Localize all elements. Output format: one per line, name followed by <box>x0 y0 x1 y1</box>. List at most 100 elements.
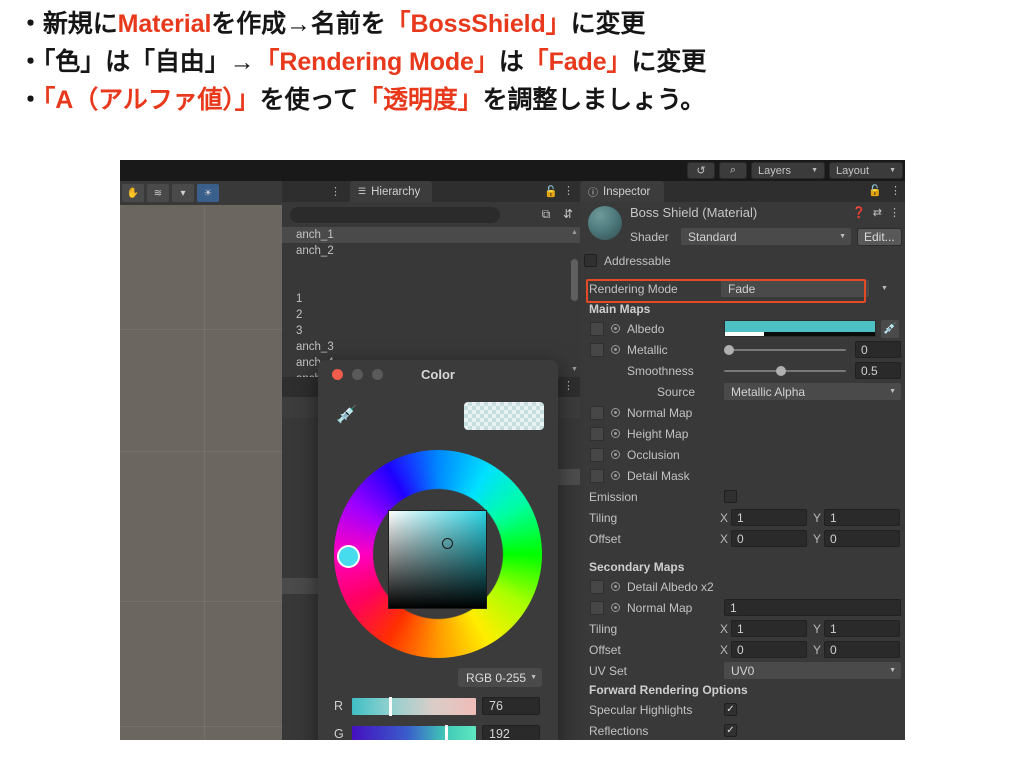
tiling-y-field[interactable]: 1 <box>824 509 900 526</box>
hierarchy-item[interactable]: 1 <box>282 291 580 307</box>
detail-mask-row[interactable]: Detail Mask <box>581 465 905 486</box>
secondary-offset-y-field[interactable]: 0 <box>824 641 900 658</box>
height-map-row[interactable]: Height Map <box>581 423 905 444</box>
hierarchy-search-input[interactable] <box>290 207 500 223</box>
metallic-row[interactable]: Metallic 0 <box>581 339 905 360</box>
emission-checkbox[interactable] <box>724 490 737 503</box>
tiling-x-field[interactable]: 1 <box>731 509 807 526</box>
add-overlay-icon[interactable]: ⧉ <box>537 205 555 223</box>
kebab-menu-icon[interactable]: ⋮ <box>890 184 901 197</box>
smoothness-value-field[interactable]: 0.5 <box>855 362 901 379</box>
hierarchy-item[interactable]: 2 <box>282 307 580 323</box>
secondary-tiling-row[interactable]: Tiling X 1 Y 1 <box>581 618 905 639</box>
hierarchy-item[interactable]: anch_3 <box>282 339 580 355</box>
secondary-offset-x-field[interactable]: 0 <box>731 641 807 658</box>
search-icon[interactable]: ⌕ <box>719 162 747 179</box>
eyedropper-icon[interactable]: 💉 <box>881 319 899 338</box>
secondary-normal-map-row[interactable]: Normal Map 1 <box>581 597 905 618</box>
layers-dropdown[interactable]: Layers ▼ <box>751 162 825 179</box>
metallic-slider[interactable] <box>724 344 846 355</box>
height-map-texture-slot[interactable] <box>590 426 604 441</box>
secondary-normal-map-texture-slot[interactable] <box>590 600 604 615</box>
saturation-value-square[interactable] <box>388 510 487 609</box>
reflections-checkbox[interactable]: ✓ <box>724 724 737 737</box>
hierarchy-item[interactable]: anch_2 <box>282 243 580 259</box>
occlusion-toggle-icon[interactable] <box>611 450 620 459</box>
metallic-value-field[interactable]: 0 <box>855 341 901 358</box>
normal-map-row[interactable]: Normal Map <box>581 402 905 423</box>
uv-set-dropdown[interactable]: UV0 ▼ <box>724 662 901 679</box>
hierarchy-item[interactable] <box>282 275 580 291</box>
kebab-menu-icon[interactable]: ⋮ <box>563 184 574 197</box>
color-channel-row-r[interactable]: R 76 <box>334 695 544 717</box>
source-row[interactable]: Source Metallic Alpha ▼ <box>581 381 905 402</box>
lock-icon[interactable]: 🔓 <box>868 184 882 197</box>
tab-inspector[interactable]: ⓘ Inspector <box>581 181 665 202</box>
kebab-menu-icon[interactable]: ⋮ <box>563 379 574 392</box>
color-picker-titlebar[interactable]: Color <box>318 360 558 390</box>
secondary-tiling-y-field[interactable]: 1 <box>824 620 900 637</box>
specular-highlights-row[interactable]: Specular Highlights ✓ <box>581 699 905 720</box>
albedo-row[interactable]: Albedo 💉 <box>581 318 905 339</box>
saturation-value-knob[interactable] <box>442 538 453 549</box>
channel-slider-g[interactable] <box>352 724 476 740</box>
offset-row[interactable]: Offset X 0 Y 0 <box>581 528 905 549</box>
tiling-row[interactable]: Tiling X 1 Y 1 <box>581 507 905 528</box>
secondary-tiling-x-field[interactable]: 1 <box>731 620 807 637</box>
detail-albedo-row[interactable]: Detail Albedo x2 <box>581 576 905 597</box>
detail-mask-toggle-icon[interactable] <box>611 471 620 480</box>
preset-icon[interactable]: ⇄ <box>873 206 882 219</box>
smoothness-row[interactable]: Smoothness 0.5 <box>581 360 905 381</box>
secondary-normal-map-toggle-icon[interactable] <box>611 603 620 612</box>
history-icon[interactable]: ↺ <box>687 162 715 179</box>
normal-map-toggle-icon[interactable] <box>611 408 620 417</box>
shader-dropdown[interactable]: Standard ▼ <box>681 228 851 245</box>
offset-y-field[interactable]: 0 <box>824 530 900 547</box>
addressable-checkbox[interactable] <box>584 254 597 267</box>
hue-selector-knob[interactable] <box>337 545 360 568</box>
tab-hierarchy[interactable]: ☰ Hierarchy <box>350 181 433 202</box>
secondary-offset-row[interactable]: Offset X 0 Y 0 <box>581 639 905 660</box>
albedo-color-swatch[interactable] <box>724 320 876 337</box>
lock-icon[interactable]: 🔓 <box>544 185 558 198</box>
secondary-normal-map-field[interactable]: 1 <box>724 599 901 616</box>
chevron-down-icon[interactable]: ▼ <box>881 285 888 292</box>
rendering-mode-dropdown[interactable]: Fade <box>721 280 869 297</box>
shader-edit-button[interactable]: Edit... <box>857 227 902 246</box>
smoothness-slider[interactable] <box>724 365 846 376</box>
hierarchy-item[interactable] <box>282 259 580 275</box>
hierarchy-scrollbar[interactable]: ▲ ▼ <box>571 229 578 373</box>
height-map-toggle-icon[interactable] <box>611 429 620 438</box>
occlusion-row[interactable]: Occlusion <box>581 444 905 465</box>
light-icon[interactable]: ☀ <box>197 184 219 202</box>
channel-value-field-r[interactable]: 76 <box>482 697 540 715</box>
kebab-menu-icon[interactable]: ⋮ <box>889 206 900 219</box>
layers-icon[interactable]: ≋ <box>147 184 169 202</box>
help-icon[interactable]: ❓ <box>852 206 866 219</box>
hierarchy-list[interactable]: anch_1anch_2123anch_3anch_4anch_5 <box>282 227 580 385</box>
albedo-toggle-icon[interactable] <box>611 324 620 333</box>
hand-off-icon[interactable]: ✋ <box>122 184 144 202</box>
uv-set-row[interactable]: UV Set UV0 ▼ <box>581 660 905 681</box>
chevron-down-icon[interactable]: ▾ <box>172 184 194 202</box>
metallic-toggle-icon[interactable] <box>611 345 620 354</box>
source-dropdown[interactable]: Metallic Alpha ▼ <box>724 383 901 400</box>
color-picker-window[interactable]: Color 💉 RGB 0-255 ▼ R76G192B195A65 Hexad… <box>318 360 558 740</box>
detail-albedo-toggle-icon[interactable] <box>611 582 620 591</box>
color-mode-dropdown[interactable]: RGB 0-255 ▼ <box>458 668 542 687</box>
channel-slider-r[interactable] <box>352 696 476 716</box>
addressable-row[interactable]: Addressable <box>581 250 905 271</box>
detail-mask-texture-slot[interactable] <box>590 468 604 483</box>
rendering-mode-row[interactable]: Rendering Mode Fade ▼ <box>581 277 905 300</box>
color-channel-row-g[interactable]: G 192 <box>334 723 544 740</box>
eyedropper-icon[interactable]: 💉 <box>336 405 357 425</box>
layout-dropdown[interactable]: Layout ▼ <box>829 162 903 179</box>
channel-value-field-g[interactable]: 192 <box>482 725 540 740</box>
offset-x-field[interactable]: 0 <box>731 530 807 547</box>
reflections-row[interactable]: Reflections ✓ <box>581 720 905 740</box>
occlusion-texture-slot[interactable] <box>590 447 604 462</box>
normal-map-texture-slot[interactable] <box>590 405 604 420</box>
emission-row[interactable]: Emission <box>581 486 905 507</box>
hierarchy-item[interactable]: anch_1 <box>282 227 580 243</box>
detail-albedo-texture-slot[interactable] <box>590 579 604 594</box>
